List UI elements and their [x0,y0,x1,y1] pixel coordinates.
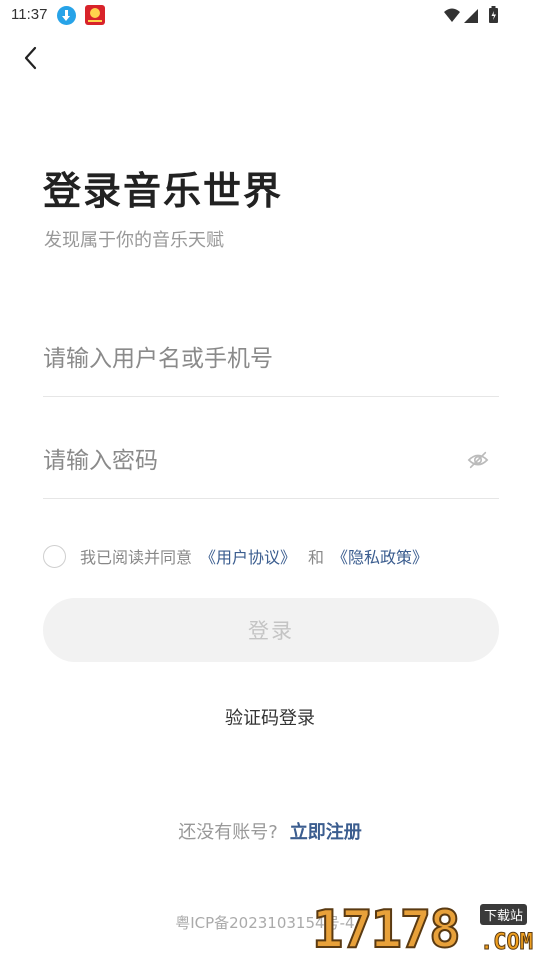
chevron-left-icon[interactable] [18,44,46,72]
page-title: 登录音乐世界 [43,169,284,213]
status-time: 11:37 [11,6,48,23]
status-bar: 11:37 [0,0,540,32]
register-link[interactable]: 立即注册 [290,822,362,843]
page-subtitle: 发现属于你的音乐天赋 [44,230,224,251]
code-login-link[interactable]: 验证码登录 [0,704,540,730]
download-notification-icon [57,6,76,25]
login-button[interactable]: 登录 [43,598,499,662]
watermark-logo: 17178 下载站 .COM [311,899,540,960]
watermark-domain: .COM [480,930,534,956]
register-row: 还没有账号? 立即注册 [0,818,540,844]
agreement-and: 和 [308,548,325,567]
user-agreement-link[interactable]: 《用户协议》 [200,544,296,568]
agreement-row: 我已阅读并同意 《用户协议》 和 《隐私政策》 [43,543,428,569]
privacy-policy-link[interactable]: 《隐私政策》 [332,544,428,568]
password-input[interactable] [43,436,443,486]
battery-icon [489,6,498,23]
system-status-icons [444,6,498,23]
username-field-container [43,334,499,397]
no-account-text: 还没有账号? [178,822,278,843]
username-input[interactable] [43,334,443,384]
eye-off-icon[interactable] [467,449,489,471]
wifi-icon [444,8,460,22]
watermark-number: 17178 [311,899,462,960]
signal-icon [464,9,478,23]
app-notification-icon [85,5,105,25]
watermark-tag: 下载站 [480,904,528,925]
password-field-container [43,436,499,499]
agreement-prefix: 我已阅读并同意 [80,548,193,567]
agreement-checkbox[interactable] [43,544,66,568]
